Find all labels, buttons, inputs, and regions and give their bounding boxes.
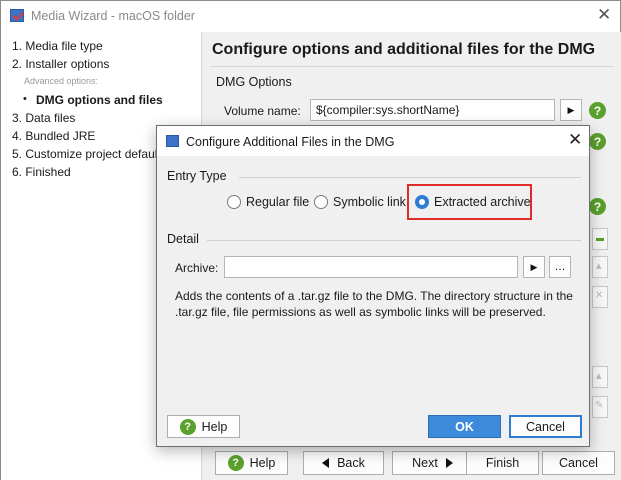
back-arrow-icon — [322, 458, 330, 468]
step-finished[interactable]: 6. Finished — [12, 165, 71, 179]
dialog-help-label: Help — [201, 419, 228, 434]
dialog-titlebar: Configure Additional Files in the DMG ✕ — [157, 126, 589, 156]
play-icon: ▶ — [567, 104, 575, 115]
step-bundled-jre[interactable]: 4. Bundled JRE — [12, 129, 95, 143]
dmg-options-heading: DMG Options — [216, 75, 292, 89]
next-arrow-icon — [445, 458, 453, 468]
dialog-close-icon[interactable]: ✕ — [568, 131, 582, 149]
dialog-title: Configure Additional Files in the DMG — [186, 135, 395, 149]
selection-highlight-box — [407, 184, 532, 220]
volume-help-icon[interactable]: ? — [589, 102, 606, 119]
window-title: Media Wizard - macOS folder — [31, 9, 195, 23]
radio-regular-file[interactable]: Regular file — [227, 193, 309, 211]
ellipsis-icon: … — [554, 261, 566, 273]
window-titlebar: Media Wizard - macOS folder ✕ — [1, 1, 620, 31]
radio-symlink-circle[interactable] — [314, 195, 328, 209]
archive-input[interactable] — [224, 256, 518, 278]
archive-label: Archive: — [175, 261, 219, 275]
radio-symlink-label: Symbolic link — [333, 195, 406, 209]
step-dmg-options[interactable]: DMG options and files — [23, 93, 163, 107]
additional-files-dialog: Configure Additional Files in the DMG ✕ … — [156, 125, 590, 447]
move-up-button-2[interactable] — [592, 366, 608, 388]
advanced-options-label: Advanced options: — [24, 76, 99, 86]
archive-variable-button[interactable]: ▶ — [523, 256, 545, 278]
edit-file-button[interactable] — [592, 396, 608, 418]
detail-heading: Detail — [167, 232, 199, 246]
dialog-help-button[interactable]: ? Help — [167, 415, 240, 438]
back-label: Back — [337, 456, 365, 470]
remove-file-button[interactable] — [592, 286, 608, 308]
archive-description: Adds the contents of a .tar.gz file to t… — [175, 289, 573, 319]
app-icon — [10, 9, 24, 22]
step-data-files[interactable]: 3. Data files — [12, 111, 75, 125]
play-icon: ▶ — [530, 261, 538, 272]
add-file-button[interactable] — [592, 228, 608, 250]
step-media-file-type[interactable]: 1. Media file type — [12, 39, 103, 53]
next-label: Next — [412, 456, 438, 470]
entry-type-divider — [239, 177, 581, 178]
detail-divider — [207, 240, 581, 241]
finish-label: Finish — [485, 456, 520, 470]
option-help-icon[interactable]: ? — [589, 133, 606, 150]
help-icon: ? — [227, 455, 244, 471]
next-button[interactable]: Next — [392, 451, 473, 475]
dialog-app-icon — [166, 135, 179, 147]
wizard-cancel-label: Cancel — [559, 456, 598, 470]
step-installer-options[interactable]: 2. Installer options — [12, 57, 109, 71]
finish-button[interactable]: Finish — [466, 451, 539, 475]
archive-browse-button[interactable]: … — [549, 256, 571, 278]
back-button[interactable]: Back — [303, 451, 384, 475]
wizard-help-button[interactable]: ? Help — [215, 451, 288, 475]
radio-regular-circle[interactable] — [227, 195, 241, 209]
close-icon[interactable]: ✕ — [597, 6, 611, 24]
volume-variable-button[interactable]: ▶ — [560, 99, 582, 121]
help-icon: ? — [179, 418, 196, 435]
radio-regular-label: Regular file — [246, 195, 310, 209]
step-customize-defaults[interactable]: 5. Customize project defaults — [12, 147, 167, 161]
ok-button[interactable]: OK — [428, 415, 501, 438]
title-divider — [210, 66, 614, 67]
step-dmg-options-label: DMG options and files — [36, 93, 163, 107]
entry-type-heading: Entry Type — [167, 169, 227, 183]
dialog-cancel-label: Cancel — [526, 419, 565, 434]
radio-symbolic-link[interactable]: Symbolic link — [314, 193, 406, 211]
volume-name-label: Volume name: — [224, 104, 301, 118]
move-up-button[interactable] — [592, 256, 608, 278]
wizard-help-label: Help — [249, 456, 276, 470]
page-title: Configure options and additional files f… — [212, 41, 596, 58]
wizard-cancel-button[interactable]: Cancel — [542, 451, 615, 475]
volume-name-input[interactable]: ${compiler:sys.shortName} — [310, 99, 555, 121]
dialog-cancel-button[interactable]: Cancel — [509, 415, 582, 438]
files-help-icon[interactable]: ? — [589, 198, 606, 215]
